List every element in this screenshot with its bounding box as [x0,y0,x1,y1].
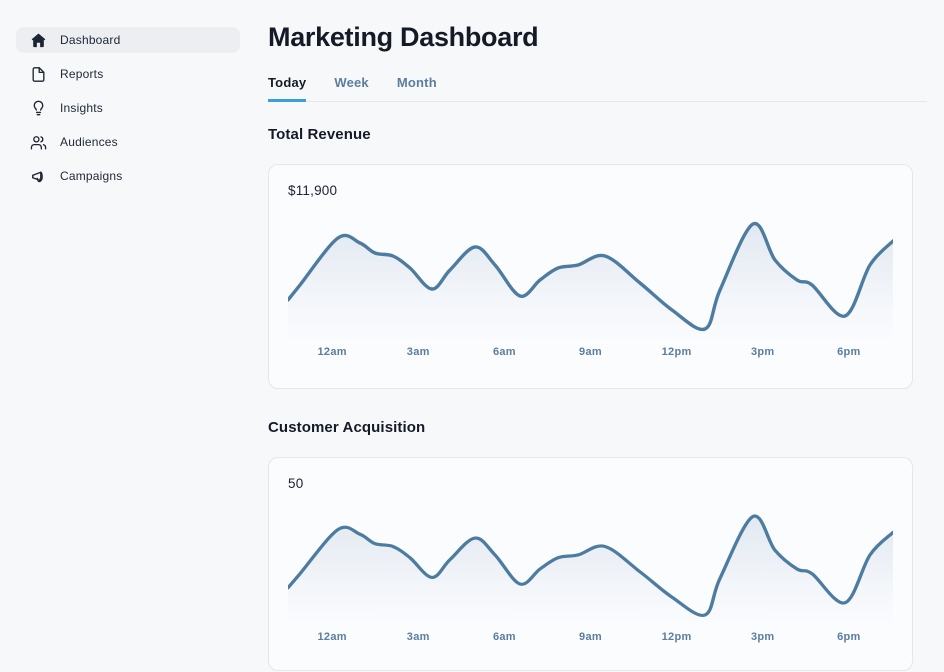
tab-bar: Today Week Month [268,75,927,102]
sidebar-item-campaigns[interactable]: Campaigns [16,163,240,189]
sidebar-item-label: Dashboard [60,33,121,47]
x-tick-label: 12pm [662,631,692,643]
x-tick-label: 3pm [751,631,775,643]
sidebar-item-insights[interactable]: Insights [16,95,240,121]
sidebar-item-label: Insights [60,101,103,115]
x-tick-label: 6am [493,346,516,358]
page-title: Marketing Dashboard [268,22,927,53]
home-icon [30,32,47,49]
tab-week[interactable]: Week [334,75,369,102]
x-tick-label: 3am [407,346,430,358]
revenue-x-axis: 12am 3am 6am 9am 12pm 3pm 6pm [288,346,893,359]
acquisition-chart: 12am 3am 6am 9am 12pm 3pm 6pm [288,508,893,644]
sidebar: Dashboard Reports Insights [0,0,256,672]
tab-today[interactable]: Today [268,75,306,102]
sidebar-item-dashboard[interactable]: Dashboard [16,27,240,53]
acquisition-chart-card: 50 12am 3am 6am 9am 12pm 3pm 6pm [268,457,913,671]
acquisition-x-axis: 12am 3am 6am 9am 12pm 3pm 6pm [288,631,893,644]
lightbulb-icon [30,100,47,117]
x-tick-label: 3pm [751,346,775,358]
x-tick-label: 12am [317,346,346,358]
acquisition-current-value: 50 [288,476,893,490]
main-content: Marketing Dashboard Today Week Month Tot… [268,0,927,671]
megaphone-icon [30,168,47,185]
sidebar-item-label: Reports [60,67,103,81]
sidebar-item-reports[interactable]: Reports [16,61,240,87]
revenue-current-value: $11,900 [288,183,893,197]
section-title-customer-acquisition: Customer Acquisition [268,419,927,436]
acquisition-area-chart [288,508,893,630]
sidebar-item-audiences[interactable]: Audiences [16,129,240,155]
file-icon [30,66,47,83]
x-tick-label: 12am [317,631,346,643]
users-icon [30,134,47,151]
x-tick-label: 6am [493,631,516,643]
area-fill [288,223,893,345]
x-tick-label: 9am [579,346,602,358]
x-tick-label: 6pm [837,346,861,358]
sidebar-item-label: Audiences [60,135,118,149]
tab-month[interactable]: Month [397,75,437,102]
x-tick-label: 3am [407,631,430,643]
revenue-chart-card: $11,900 12am 3am 6am 9am 12pm 3pm 6pm [268,164,913,389]
sidebar-item-label: Campaigns [60,169,123,183]
x-tick-label: 6pm [837,631,861,643]
section-title-total-revenue: Total Revenue [268,126,927,143]
area-fill [288,516,893,630]
revenue-area-chart [288,215,893,345]
revenue-chart: 12am 3am 6am 9am 12pm 3pm 6pm [288,215,893,359]
x-tick-label: 12pm [662,346,692,358]
x-tick-label: 9am [579,631,602,643]
